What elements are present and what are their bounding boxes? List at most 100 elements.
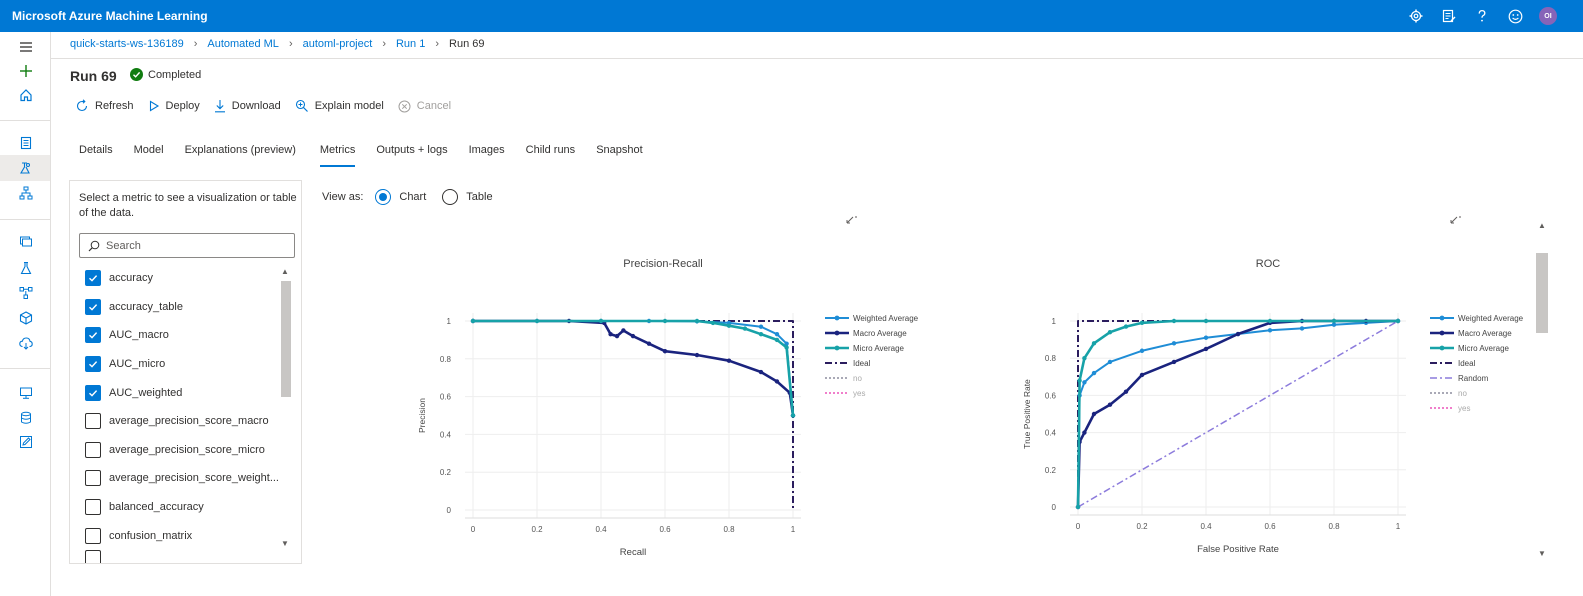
data-labeling-icon[interactable] <box>17 433 35 451</box>
chart-radio-label[interactable]: Chart <box>399 191 426 203</box>
designer-icon[interactable] <box>17 184 35 202</box>
y-tick-label: 1 <box>1052 317 1057 326</box>
data-point <box>646 341 652 346</box>
pipelines-icon[interactable] <box>17 284 35 302</box>
checkbox-unchecked[interactable] <box>85 413 101 429</box>
metric-item-auc-weighted[interactable]: AUC_weighted <box>85 385 182 401</box>
data-point <box>774 337 780 343</box>
expand-chart-icon[interactable] <box>846 216 857 224</box>
refresh-label: Refresh <box>95 100 134 112</box>
data-point <box>1082 380 1087 385</box>
scroll-down-arrow-icon[interactable]: ▼ <box>1538 549 1546 558</box>
checkmark-icon <box>130 68 143 81</box>
tab-child-runs[interactable]: Child runs <box>526 144 576 162</box>
metric-item-auc-micro[interactable]: AUC_micro <box>85 356 165 372</box>
checkbox-unchecked[interactable] <box>85 550 101 563</box>
scrollbar-thumb[interactable] <box>1536 253 1548 333</box>
data-point <box>1082 356 1087 361</box>
compute-icon[interactable] <box>17 384 35 402</box>
notebooks-icon[interactable] <box>17 134 35 152</box>
checkbox-checked[interactable] <box>85 327 101 343</box>
data-point <box>1171 359 1177 365</box>
chevron-right-icon: › <box>193 38 198 50</box>
tab-images[interactable]: Images <box>469 144 505 162</box>
home-icon[interactable] <box>17 86 35 104</box>
tab-explanations[interactable]: Explanations (preview) <box>185 144 296 162</box>
data-point <box>1139 348 1145 353</box>
checkbox-checked[interactable] <box>85 299 101 315</box>
cancel-button[interactable]: Cancel <box>398 100 451 113</box>
datasets-icon[interactable] <box>17 232 35 250</box>
data-point <box>1107 329 1113 335</box>
data-point <box>608 332 613 337</box>
tab-details[interactable]: Details <box>79 144 113 162</box>
charts-area: Precision-Recall 0 0.2 0.4 0.6 0.8 1 0 0.2 0.4 0.6… <box>310 215 1550 570</box>
experiments-icon[interactable] <box>17 259 35 277</box>
scrollbar-thumb[interactable] <box>281 281 291 397</box>
refresh-button[interactable]: Refresh <box>75 99 134 113</box>
deploy-button[interactable]: Deploy <box>148 100 200 112</box>
data-point <box>662 318 668 324</box>
checkbox-unchecked[interactable] <box>85 528 101 544</box>
breadcrumb-parent-run[interactable]: Run 1 <box>396 38 425 50</box>
automated-ml-icon[interactable] <box>0 155 50 181</box>
metric-label: AUC_macro <box>109 329 169 341</box>
scroll-up-arrow-icon[interactable]: ▲ <box>1538 221 1546 230</box>
create-new-icon[interactable] <box>17 62 35 80</box>
scroll-up-arrow-icon[interactable]: ▲ <box>281 267 289 276</box>
legend-entry: yes <box>1458 404 1470 413</box>
metric-search-input[interactable]: Search <box>79 233 295 258</box>
data-point <box>710 320 716 326</box>
metric-list-scrollbar[interactable]: ▲ ▼ <box>279 265 293 555</box>
settings-icon[interactable] <box>1407 7 1425 25</box>
checkmark-icon <box>89 332 98 339</box>
table-radio[interactable] <box>442 189 459 205</box>
endpoints-icon[interactable] <box>17 334 35 352</box>
metric-item-partial[interactable] <box>85 550 101 563</box>
help-icon[interactable] <box>1473 7 1491 25</box>
table-radio-label[interactable]: Table <box>466 191 492 203</box>
models-icon[interactable] <box>17 309 35 327</box>
smiley-feedback-icon[interactable] <box>1506 7 1524 25</box>
hamburger-menu-icon[interactable] <box>17 38 35 56</box>
metric-item-accuracy-table[interactable]: accuracy_table <box>85 299 183 315</box>
refresh-icon <box>76 99 88 112</box>
avatar[interactable]: OI <box>1539 7 1557 25</box>
legend-marker <box>834 330 840 336</box>
y-tick-label: 0.8 <box>1045 354 1057 363</box>
chart-radio[interactable] <box>375 189 392 205</box>
scroll-down-arrow-icon[interactable]: ▼ <box>281 539 289 548</box>
checkmark-icon <box>89 390 98 397</box>
download-button[interactable]: Download <box>214 99 281 113</box>
metric-item-confusion-matrix[interactable]: confusion_matrix <box>85 528 192 544</box>
metric-item-accuracy[interactable]: accuracy <box>85 270 153 286</box>
data-point <box>758 369 764 375</box>
tab-model[interactable]: Model <box>134 144 164 162</box>
checkbox-unchecked[interactable] <box>85 499 101 515</box>
y-tick-label: 0.2 <box>440 468 452 477</box>
y-tick-label: 0.4 <box>1045 429 1057 438</box>
breadcrumb-workspace[interactable]: quick-starts-ws-136189 <box>70 38 184 50</box>
tab-snapshot[interactable]: Snapshot <box>596 144 642 162</box>
checkbox-checked[interactable] <box>85 356 101 372</box>
metric-item-auc-macro[interactable]: AUC_macro <box>85 327 169 343</box>
x-tick-label: 0.4 <box>595 525 607 534</box>
metric-item-ap-macro[interactable]: average_precision_score_macro <box>85 413 269 429</box>
breadcrumb-automated-ml[interactable]: Automated ML <box>207 38 279 50</box>
expand-chart-icon[interactable] <box>1450 216 1461 224</box>
checkbox-checked[interactable] <box>85 270 101 286</box>
checkbox-checked[interactable] <box>85 385 101 401</box>
metric-item-ap-weighted[interactable]: average_precision_score_weight... <box>85 470 279 486</box>
checkbox-unchecked[interactable] <box>85 470 101 486</box>
breadcrumb-experiment[interactable]: automl-project <box>303 38 373 50</box>
checkbox-unchecked[interactable] <box>85 442 101 458</box>
feedback-list-icon[interactable] <box>1440 7 1458 25</box>
tab-metrics[interactable]: Metrics <box>319 144 356 167</box>
main-scrollbar[interactable]: ▲ ▼ <box>1535 217 1549 563</box>
metric-item-ap-micro[interactable]: average_precision_score_micro <box>85 442 265 458</box>
explain-model-button[interactable]: Explain model <box>295 99 384 113</box>
metric-item-balanced-accuracy[interactable]: balanced_accuracy <box>85 499 204 515</box>
datastores-icon[interactable] <box>17 409 35 427</box>
app-title[interactable]: Microsoft Azure Machine Learning <box>12 9 208 23</box>
tab-outputs-logs[interactable]: Outputs + logs <box>376 144 447 162</box>
